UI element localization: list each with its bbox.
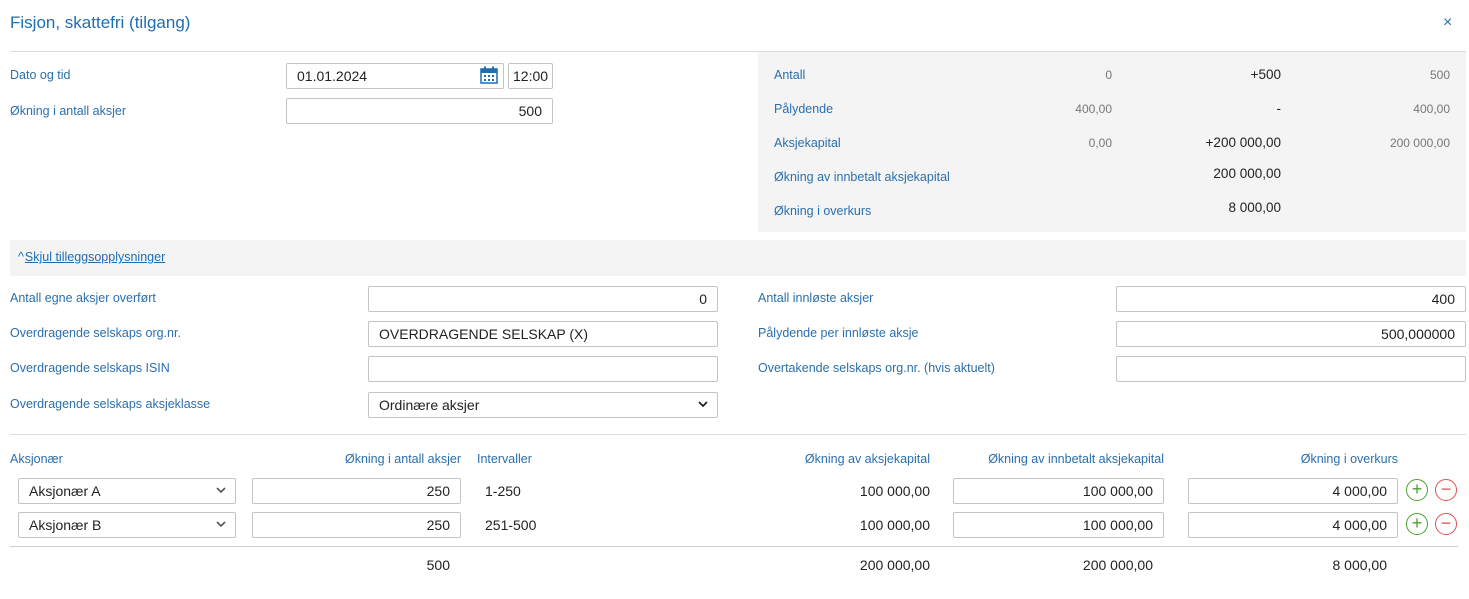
col-header-shareholder: Aksjonær: [10, 452, 63, 466]
shareholder-value: Aksjonær A: [29, 483, 101, 499]
row-paid-capital-value: 100 000,00: [1082, 517, 1153, 533]
own-shares-value: 0: [699, 291, 707, 307]
total-increase: 500: [426, 557, 450, 573]
summary-label-innbetalt: Økning av innbetalt aksjekapital: [774, 170, 950, 184]
summary-label-palydende: Pålydende: [774, 102, 834, 116]
summary-palydende-before: 400,00: [1075, 102, 1112, 116]
date-input[interactable]: 01.01.2024: [286, 63, 504, 89]
row-capital: 100 000,00: [859, 483, 930, 499]
transferor-class-select[interactable]: Ordinære aksjer: [368, 392, 718, 418]
row-premium-input[interactable]: 4 000,00: [1188, 512, 1398, 538]
row-increase-input[interactable]: 250: [252, 478, 461, 504]
summary-overkurs-value: 8 000,00: [1228, 200, 1281, 215]
summary-label-antall: Antall: [774, 68, 806, 82]
summary-antall-change: +500: [1250, 67, 1281, 82]
summary-label-aksjekapital: Aksjekapital: [774, 136, 841, 150]
total-premium: 8 000,00: [1332, 557, 1388, 573]
shareholder-value: Aksjonær B: [29, 517, 102, 533]
total-capital: 200 000,00: [859, 557, 930, 573]
totals-divider: [10, 546, 1458, 547]
own-shares-label: Antall egne aksjer overført: [10, 291, 156, 305]
toggle-additional-info-link[interactable]: ^Skjul tilleggsopplysninger: [18, 250, 165, 264]
calendar-icon[interactable]: [480, 66, 498, 84]
row-paid-capital-input[interactable]: 100 000,00: [953, 512, 1164, 538]
row-paid-capital-value: 100 000,00: [1082, 483, 1153, 499]
chevron-down-icon: [216, 521, 226, 528]
increase-shares-label: Økning i antall aksjer: [10, 104, 127, 118]
row-premium-value: 4 000,00: [1332, 517, 1388, 533]
acquirer-org-input[interactable]: [1116, 356, 1466, 382]
remove-row-icon[interactable]: −: [1435, 513, 1457, 535]
row-paid-capital-input[interactable]: 100 000,00: [953, 478, 1164, 504]
transferor-class-value: Ordinære aksjer: [379, 397, 480, 413]
col-header-paid-capital: Økning av innbetalt aksjekapital: [988, 452, 1164, 466]
redeemed-shares-input[interactable]: 400: [1116, 286, 1466, 312]
acquirer-org-label: Overtakende selskaps org.nr. (hvis aktue…: [758, 361, 995, 375]
row-premium-value: 4 000,00: [1332, 483, 1388, 499]
summary-palydende-change: -: [1276, 101, 1282, 116]
par-per-redeemed-label: Pålydende per innløste aksje: [758, 326, 919, 340]
redeemed-shares-value: 400: [1431, 291, 1455, 307]
shareholder-select[interactable]: Aksjonær B: [18, 512, 236, 538]
col-header-capital: Økning av aksjekapital: [804, 452, 930, 466]
transferor-org-input[interactable]: OVERDRAGENDE SELSKAP (X): [368, 321, 718, 347]
time-input[interactable]: 12:00: [508, 63, 553, 89]
increase-shares-input[interactable]: 500: [286, 98, 553, 124]
date-time-label: Dato og tid: [10, 68, 71, 82]
summary-aksjekapital-after: 200 000,00: [1389, 136, 1450, 150]
col-header-intervals: Intervaller: [477, 452, 532, 466]
own-shares-input[interactable]: 0: [368, 286, 718, 312]
summary-palydende-after: 400,00: [1413, 102, 1450, 116]
close-icon[interactable]: ×: [1443, 14, 1452, 32]
row-increase-value: 250: [426, 517, 450, 533]
transferor-org-label: Overdragende selskaps org.nr.: [10, 326, 181, 340]
par-per-redeemed-input[interactable]: 500,000000: [1116, 321, 1466, 347]
chevron-up-icon: ^: [18, 250, 24, 264]
transferor-org-value: OVERDRAGENDE SELSKAP (X): [379, 326, 589, 342]
additional-info-bar: ^Skjul tilleggsopplysninger: [10, 240, 1466, 276]
summary-panel: Antall 0 +500 500 Pålydende 400,00 - 400…: [758, 52, 1466, 232]
shareholder-select[interactable]: Aksjonær A: [18, 478, 236, 504]
transferor-isin-input[interactable]: [368, 356, 718, 382]
par-per-redeemed-value: 500,000000: [1381, 326, 1455, 342]
summary-aksjekapital-before: 0,00: [1088, 136, 1112, 150]
summary-antall-before: 0: [1105, 68, 1112, 82]
total-paid-capital: 200 000,00: [1082, 557, 1153, 573]
add-row-icon[interactable]: +: [1406, 479, 1428, 501]
transferor-isin-label: Overdragende selskaps ISIN: [10, 361, 170, 375]
summary-antall-after: 500: [1429, 68, 1450, 82]
col-header-premium: Økning i overkurs: [1300, 452, 1398, 466]
row-increase-value: 250: [426, 483, 450, 499]
increase-shares-value: 500: [518, 103, 542, 119]
chevron-down-icon: [216, 487, 226, 494]
col-header-increase: Økning i antall aksjer: [344, 452, 461, 466]
row-premium-input[interactable]: 4 000,00: [1188, 478, 1398, 504]
row-capital: 100 000,00: [859, 517, 930, 533]
row-interval: 251-500: [485, 517, 537, 533]
summary-label-overkurs: Økning i overkurs: [774, 204, 872, 218]
add-row-icon[interactable]: +: [1406, 513, 1428, 535]
transferor-class-label: Overdragende selskaps aksjeklasse: [10, 397, 211, 411]
summary-innbetalt-value: 200 000,00: [1213, 166, 1281, 181]
time-input-value: 12:00: [513, 68, 549, 84]
row-increase-input[interactable]: 250: [252, 512, 461, 538]
section-divider: [10, 434, 1466, 435]
date-input-value: 01.01.2024: [297, 68, 368, 84]
remove-row-icon[interactable]: −: [1435, 479, 1457, 501]
dialog-title: Fisjon, skattefri (tilgang): [10, 13, 191, 32]
redeemed-shares-label: Antall innløste aksjer: [758, 291, 874, 305]
summary-aksjekapital-change: +200 000,00: [1205, 135, 1281, 150]
row-interval: 1-250: [485, 483, 521, 499]
toggle-additional-info-label: Skjul tilleggsopplysninger: [24, 250, 166, 264]
chevron-down-icon: [698, 401, 708, 408]
